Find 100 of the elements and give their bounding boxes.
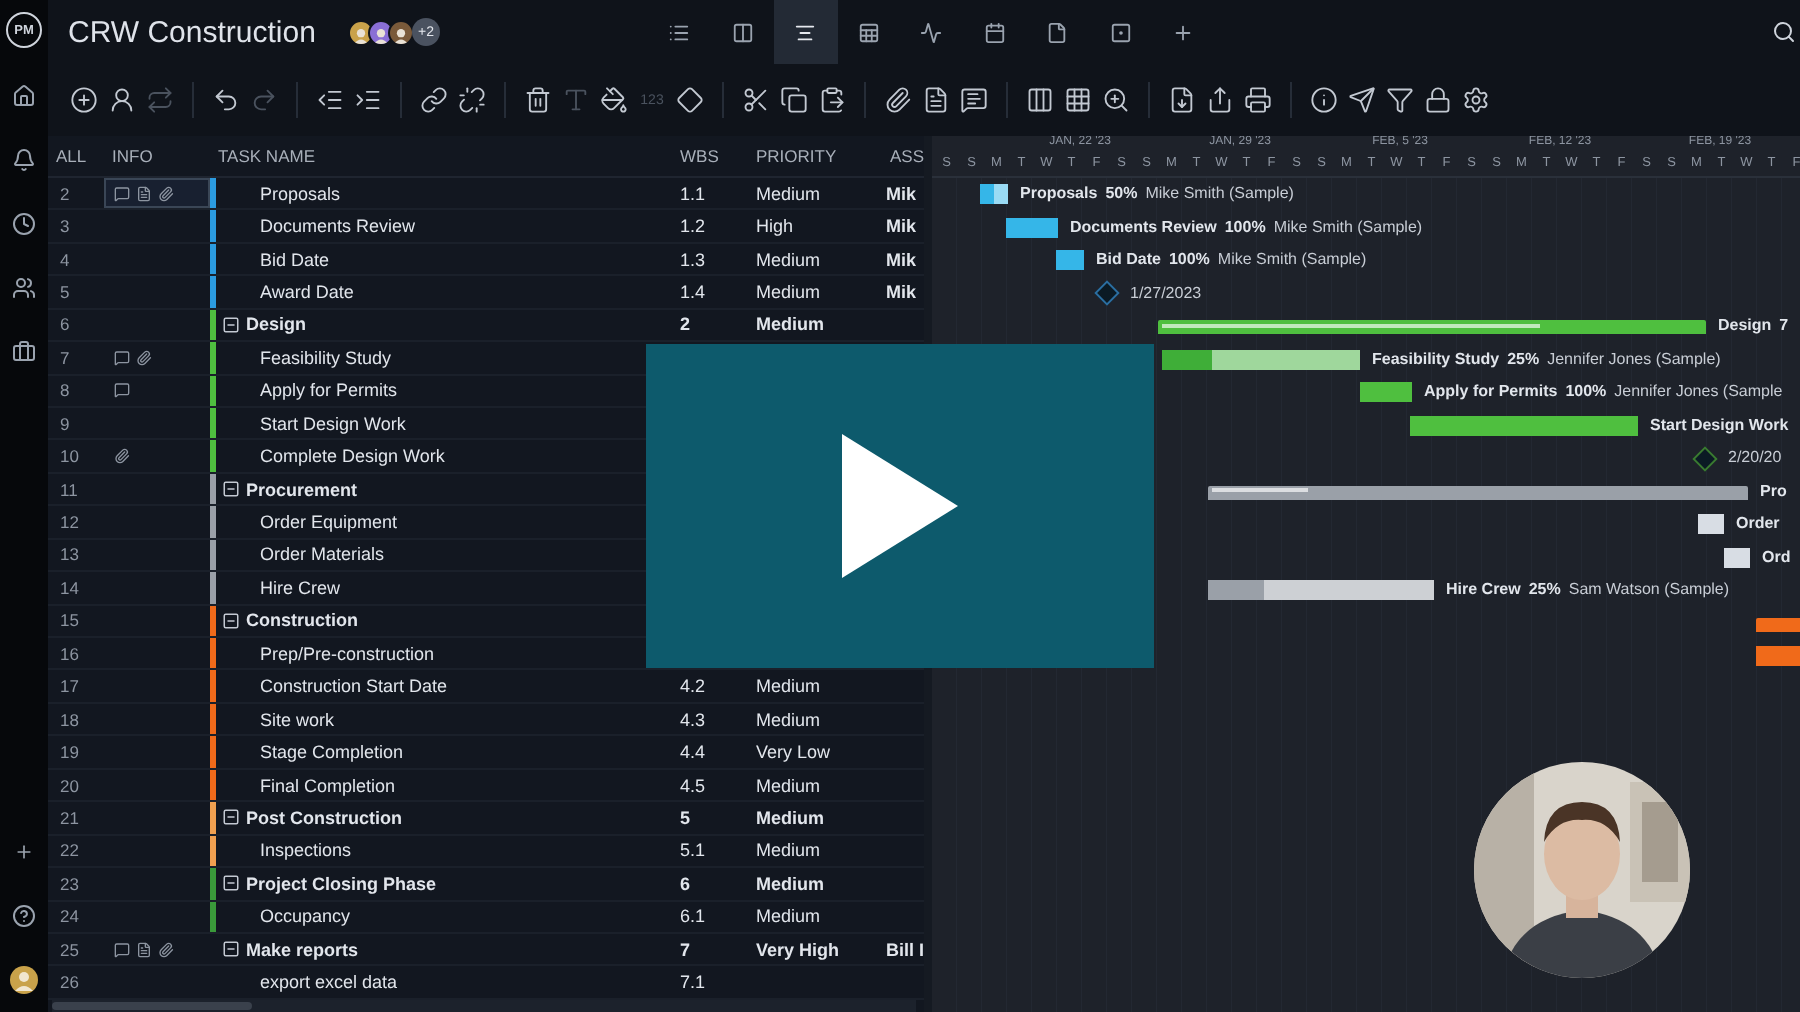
task-name[interactable]: Inspections	[260, 840, 352, 861]
print-button[interactable]	[1242, 82, 1274, 118]
lock-button[interactable]	[1422, 82, 1454, 118]
gantt-view-icon[interactable]	[794, 21, 817, 43]
paperclip-button[interactable]	[882, 82, 914, 118]
task-name[interactable]: Project Closing Phase	[246, 873, 437, 894]
paperclip-icon[interactable]	[158, 941, 174, 958]
paste-button[interactable]	[816, 82, 848, 118]
task-bar[interactable]	[1162, 349, 1360, 369]
column-header[interactable]: ASS	[882, 145, 924, 166]
task-name[interactable]: Documents Review	[260, 216, 416, 237]
wbs-number: 5.1	[680, 840, 706, 861]
task-name[interactable]: Prep/Pre-construction	[260, 643, 435, 664]
import-button[interactable]	[1166, 82, 1198, 118]
summary-bar[interactable]	[1756, 617, 1800, 631]
sheet-view-icon[interactable]	[857, 21, 880, 43]
comment-icon[interactable]	[114, 382, 130, 399]
notes-button[interactable]	[920, 82, 952, 118]
horizontal-scrollbar[interactable]	[52, 1000, 916, 1012]
plus-icon[interactable]	[14, 842, 34, 862]
collapse-icon[interactable]	[222, 611, 240, 630]
row-number: 9	[58, 411, 72, 438]
task-name[interactable]: Start Design Work	[260, 413, 406, 434]
column-header[interactable]: INFO	[104, 145, 210, 166]
task-name[interactable]: export excel data	[260, 972, 398, 993]
user-avatar-icon[interactable]	[10, 966, 38, 994]
collapse-icon[interactable]	[222, 315, 240, 334]
bell-icon[interactable]	[12, 148, 36, 172]
share-button[interactable]	[1204, 82, 1236, 118]
member-avatar[interactable]	[388, 19, 414, 45]
summary-bar[interactable]	[1208, 485, 1748, 499]
unlink-button[interactable]	[456, 82, 488, 118]
wbs-number: 1.2	[680, 216, 706, 237]
home-icon[interactable]	[12, 84, 36, 108]
list-view-icon[interactable]	[668, 21, 691, 43]
paint-bucket-button[interactable]	[598, 82, 630, 118]
milestone-icon[interactable]	[1093, 280, 1119, 306]
task-name[interactable]: Order Materials	[260, 544, 385, 565]
send-button[interactable]	[1346, 82, 1378, 118]
paperclip-icon[interactable]	[158, 185, 174, 202]
task-bar[interactable]	[1724, 547, 1750, 567]
info-button[interactable]	[1308, 82, 1340, 118]
comment-icon[interactable]	[114, 349, 130, 366]
search-icon[interactable]	[1772, 20, 1796, 44]
file-view-icon[interactable]	[1046, 21, 1069, 43]
task-name[interactable]: Post Construction	[246, 807, 402, 828]
task-name[interactable]: Procurement	[246, 479, 358, 500]
comment-icon[interactable]	[114, 185, 130, 202]
task-name[interactable]: Complete Design Work	[260, 446, 445, 467]
task-bar[interactable]	[1006, 217, 1058, 237]
collapse-icon[interactable]	[222, 940, 240, 959]
collapse-icon[interactable]	[222, 480, 240, 499]
square-view-icon[interactable]	[1109, 21, 1132, 43]
member-avatar[interactable]	[368, 19, 394, 45]
task-name[interactable]: Design	[246, 314, 307, 335]
task-name[interactable]: Proposals	[260, 183, 341, 204]
task-bar[interactable]	[1410, 415, 1638, 435]
clock-icon[interactable]	[12, 212, 36, 236]
column-header[interactable]: PRIORITY	[748, 145, 882, 166]
board-view-icon[interactable]	[731, 21, 754, 43]
diamond-button[interactable]	[674, 82, 706, 118]
briefcase-icon[interactable]	[12, 340, 36, 364]
column-header[interactable]: WBS	[672, 145, 748, 166]
notes-icon[interactable]	[136, 941, 152, 958]
settings-button[interactable]	[1460, 82, 1492, 118]
task-name[interactable]: Award Date	[260, 281, 354, 302]
task-name[interactable]: Stage Completion	[260, 742, 404, 763]
dashboard-view-icon[interactable]	[920, 21, 943, 43]
people-icon[interactable]	[12, 276, 36, 300]
gantt-view-tab[interactable]	[774, 0, 837, 64]
calendar-view-icon[interactable]	[983, 21, 1006, 43]
task-name[interactable]: Final Completion	[260, 775, 396, 796]
task-name[interactable]: Order Equipment	[260, 512, 398, 533]
priority-value: Medium	[756, 314, 825, 335]
task-name[interactable]: Construction	[246, 610, 358, 631]
task-name[interactable]: Make reports	[246, 939, 359, 960]
task-name[interactable]: Occupancy	[260, 906, 351, 927]
paperclip-icon[interactable]	[114, 448, 130, 465]
task-name[interactable]: Construction Start Date	[260, 676, 448, 697]
task-name[interactable]: Apply for Permits	[260, 380, 398, 401]
task-name[interactable]: Site work	[260, 709, 335, 730]
trash-button[interactable]	[522, 82, 554, 118]
task-name[interactable]: Bid Date	[260, 249, 330, 270]
member-avatar[interactable]	[348, 19, 374, 45]
task-name[interactable]: Hire Crew	[260, 577, 341, 598]
column-header[interactable]: TASK NAME	[210, 145, 672, 166]
column-header[interactable]: ALL	[48, 145, 104, 166]
comment-icon[interactable]	[114, 941, 130, 958]
row-number: 21	[58, 805, 81, 832]
link-button[interactable]	[418, 82, 450, 118]
collapse-icon[interactable]	[222, 808, 240, 827]
paperclip-icon[interactable]	[136, 349, 152, 366]
task-name[interactable]: Feasibility Study	[260, 347, 392, 368]
help-icon[interactable]	[12, 904, 36, 928]
copy-button[interactable]	[778, 82, 810, 118]
notes-icon[interactable]	[136, 185, 152, 202]
add-button[interactable]	[68, 82, 100, 118]
play-button[interactable]	[646, 344, 1154, 668]
priority-value: Very High	[756, 939, 840, 960]
collapse-icon[interactable]	[222, 874, 240, 893]
